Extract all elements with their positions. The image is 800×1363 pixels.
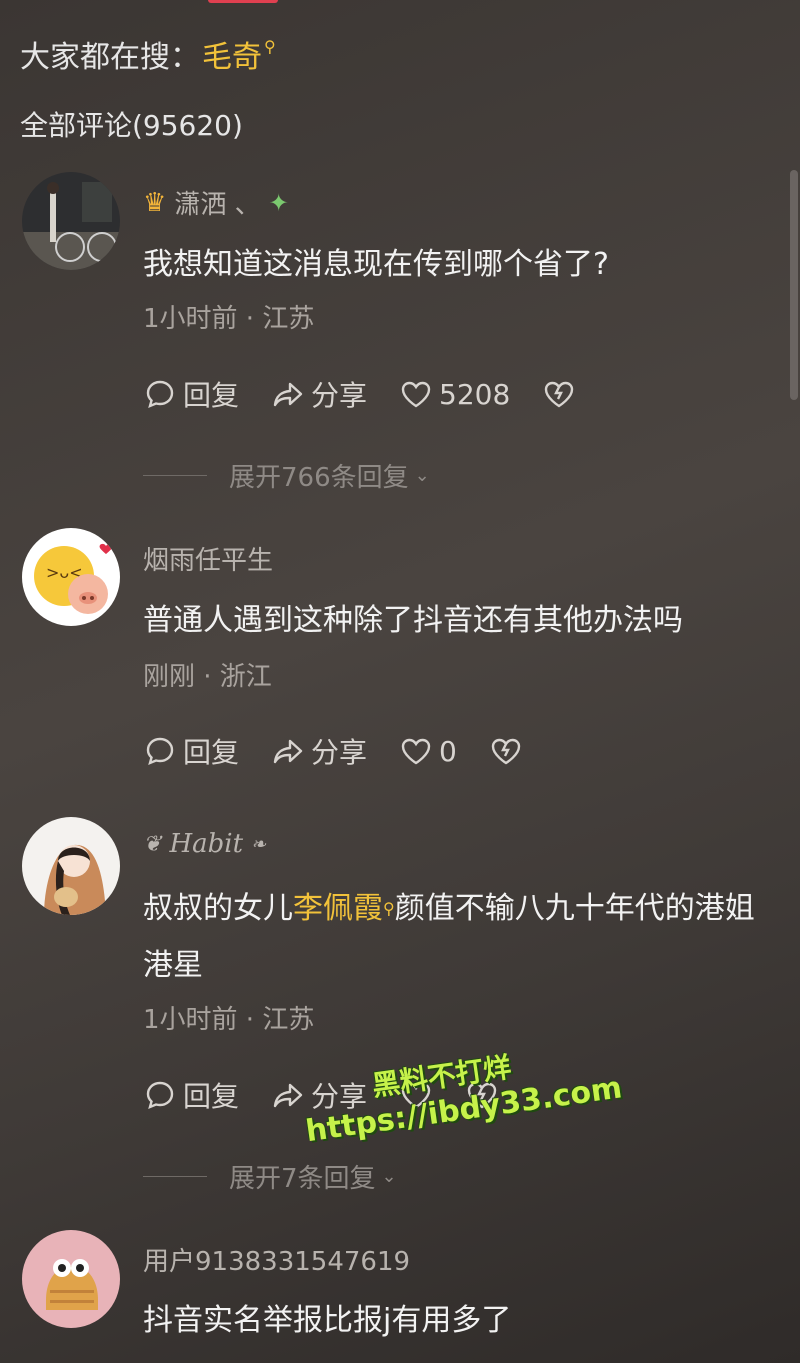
- crown-badge-icon: ♛: [143, 187, 167, 218]
- comment-bubble-icon: [146, 1081, 174, 1110]
- dislike-button[interactable]: [489, 734, 523, 768]
- comment-meta: 刚刚 · 浙江: [143, 662, 272, 692]
- trending-search-keyword[interactable]: 毛奇: [202, 32, 262, 76]
- share-button[interactable]: 分享: [271, 374, 367, 414]
- avatar[interactable]: [22, 817, 120, 915]
- share-arrow-icon: [273, 739, 303, 764]
- avatar[interactable]: >ᴗ<: [22, 528, 120, 626]
- comment-meta: 1小时前 · 江苏: [143, 304, 315, 334]
- heart-icon: [401, 738, 431, 765]
- share-arrow-icon: [273, 382, 303, 407]
- divider: [143, 1176, 207, 1177]
- search-icon: ⚲: [383, 899, 395, 918]
- money-emoji-icon: ✦: [268, 188, 289, 217]
- comment-username[interactable]: 用户9138331547619: [143, 1241, 410, 1278]
- dislike-button[interactable]: [542, 377, 576, 411]
- like-button[interactable]: 0: [399, 734, 457, 768]
- share-button[interactable]: 分享: [271, 731, 367, 771]
- top-accent-bar: [208, 0, 278, 3]
- avatar[interactable]: [22, 172, 120, 270]
- scrollbar[interactable]: [790, 170, 798, 400]
- expand-replies[interactable]: 展开7条回复 ⌄: [143, 1158, 397, 1195]
- decor-swirl-icon: ❦: [143, 831, 162, 857]
- comment-text: 普通人遇到这种除了抖音还有其他办法吗: [143, 603, 683, 638]
- comment-meta: 1小时前 · 江苏: [143, 1005, 315, 1035]
- comment-bubble-icon: [146, 737, 174, 766]
- like-count: 0: [439, 734, 457, 768]
- comments-header: 全部评论(95620): [20, 109, 243, 142]
- comment-username[interactable]: 烟雨任平生: [143, 540, 273, 577]
- reply-button[interactable]: 回复: [143, 374, 239, 414]
- like-count: 5208: [439, 377, 511, 411]
- broken-heart-icon: [545, 381, 574, 408]
- expand-replies[interactable]: 展开766条回复 ⌄: [143, 457, 430, 494]
- search-icon: ⚲: [264, 36, 276, 56]
- like-button[interactable]: 5208: [399, 377, 510, 411]
- comment-actions: 回复 分享 5208: [143, 374, 608, 414]
- chevron-down-icon: ⌄: [414, 465, 430, 486]
- reply-button[interactable]: 回复: [143, 1075, 239, 1115]
- reply-button[interactable]: 回复: [143, 731, 239, 771]
- comment-actions: 回复 分享 0: [143, 731, 555, 771]
- comment-text: 叔叔的女儿李佩霞⚲颜值不输八九十年代的港姐港星: [143, 891, 755, 983]
- divider: [143, 475, 207, 476]
- comment-text: 抖音实名举报比报j有用多了: [143, 1303, 512, 1338]
- heart-icon: [401, 381, 431, 408]
- trending-search[interactable]: 大家都在搜： 毛奇 ⚲: [20, 32, 276, 76]
- avatar[interactable]: [22, 1230, 120, 1328]
- comment-bubble-icon: [146, 380, 174, 409]
- comment-username[interactable]: ♛ 潇洒 、 ✦: [143, 184, 289, 221]
- decor-swirl-icon: ❧: [251, 833, 267, 855]
- watermark: 黑料不打烊 https://ibdy33.com: [298, 1031, 625, 1149]
- trending-search-prefix: 大家都在搜：: [20, 40, 200, 75]
- broken-heart-icon: [491, 738, 521, 765]
- comment-username[interactable]: ❦ Habit ❧: [143, 829, 266, 859]
- chevron-down-icon: ⌄: [381, 1166, 397, 1187]
- comment-text: 我想知道这消息现在传到哪个省了?: [143, 247, 609, 282]
- mention-link[interactable]: 李佩霞: [293, 891, 383, 926]
